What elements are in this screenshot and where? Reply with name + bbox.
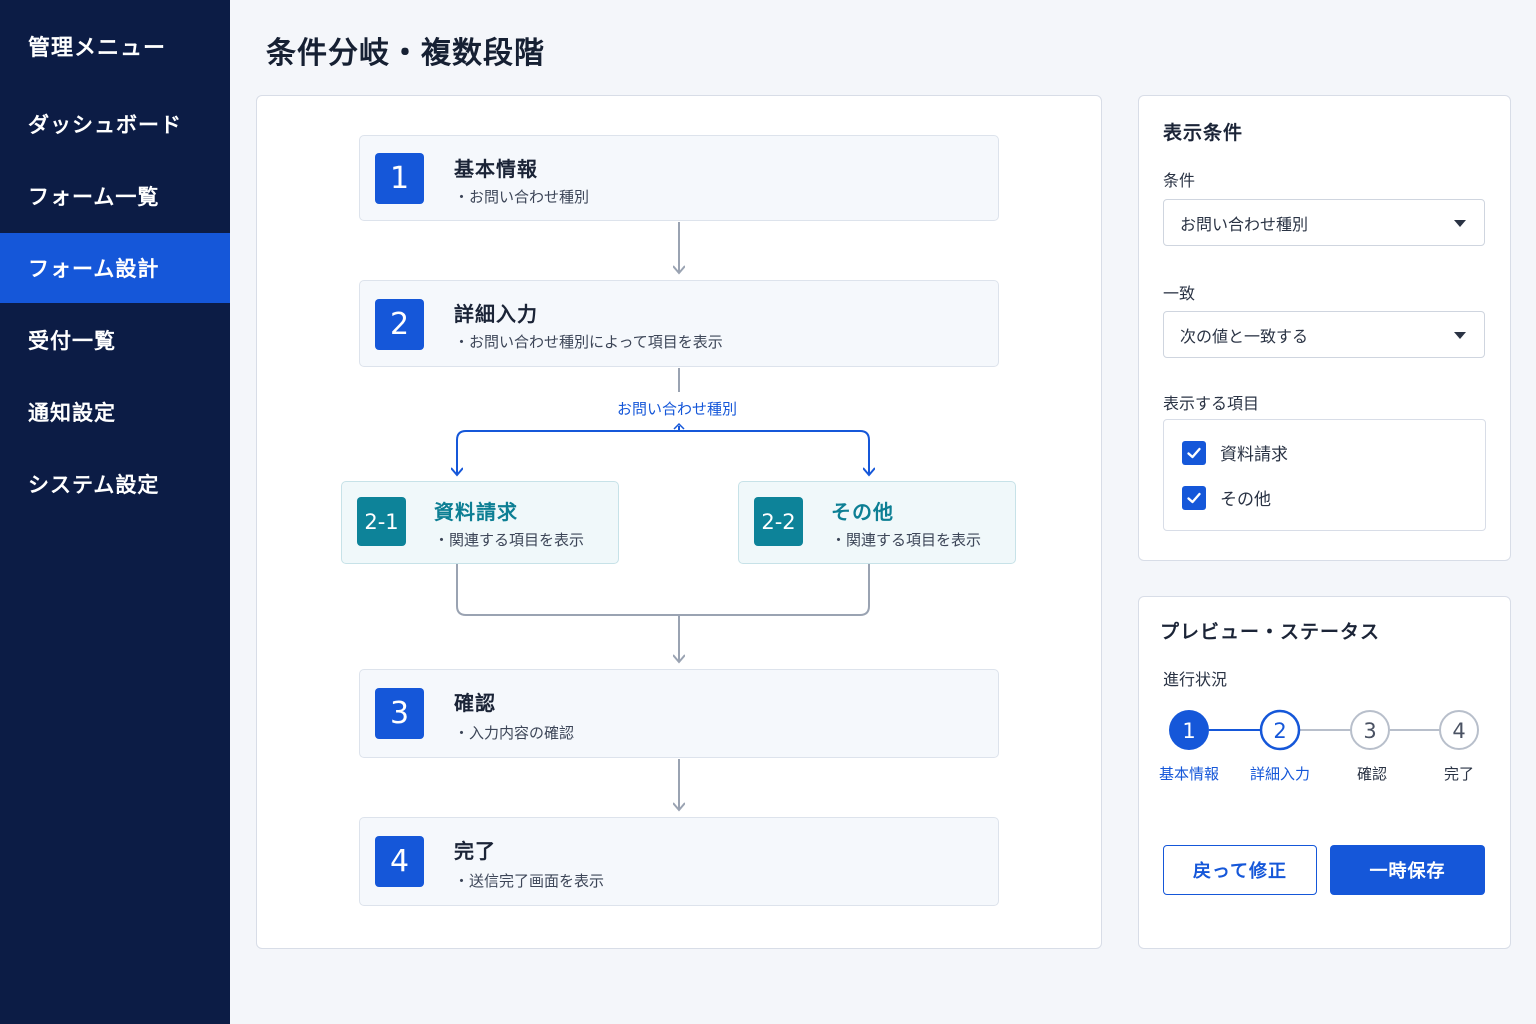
flow-step-3[interactable]: 3 確認 ・入力内容の確認: [359, 669, 999, 758]
back-to-edit-button[interactable]: 戻って修正: [1163, 845, 1317, 895]
chevron-down-icon: [1454, 220, 1466, 227]
flow-step-1[interactable]: 1 基本情報 ・お問い合わせ種別: [359, 135, 999, 221]
branch-merge: [456, 564, 870, 616]
checkbox-label: その他: [1220, 490, 1271, 510]
flow-panel: 1 基本情報 ・お問い合わせ種別 2 詳細入力 ・お問い合わせ種別によって項目を…: [256, 95, 1102, 949]
branch-title: その他: [831, 500, 894, 524]
condition-select[interactable]: お問い合わせ種別: [1163, 199, 1485, 246]
sidebar-item-dashboard[interactable]: ダッシュボード: [0, 89, 230, 159]
step-description: ・お問い合わせ種別: [454, 188, 590, 206]
branch-condition-label: お問い合わせ種別: [616, 400, 737, 418]
stepper-label-4: 完了: [1443, 765, 1474, 783]
stepper-label-1: 基本情報: [1158, 765, 1219, 783]
stepper-number-2: 2: [1273, 719, 1286, 743]
checkbox-item-document-request[interactable]: 資料請求: [1182, 440, 1288, 465]
step-number-badge: 1: [375, 153, 424, 204]
branch-description: ・関連する項目を表示: [434, 531, 585, 549]
step-title: 確認: [454, 691, 496, 715]
step-title: 詳細入力: [454, 302, 538, 326]
sidebar-title: 管理メニュー: [28, 36, 167, 61]
step-number-badge: 2: [375, 299, 424, 350]
match-select-value: 次の値と一致する: [1180, 326, 1309, 346]
chevron-down-icon: [1454, 332, 1466, 339]
checkbox-checked-icon[interactable]: [1182, 440, 1206, 465]
temporary-save-button[interactable]: 一時保存: [1330, 845, 1485, 895]
step-title: 完了: [454, 839, 496, 863]
step-title: 基本情報: [454, 157, 538, 181]
step-description: ・入力内容の確認: [454, 724, 575, 742]
branch-number-badge: 2-1: [357, 497, 406, 546]
branch-title: 資料請求: [434, 500, 518, 524]
match-label: 一致: [1163, 284, 1196, 303]
stepper-number-1: 1: [1182, 719, 1195, 743]
checkbox-checked-icon[interactable]: [1182, 485, 1206, 510]
preview-status-panel: プレビュー・ステータス 進行状況 1 2 3 4 基本情報 詳細入力 確認 完了…: [1138, 596, 1511, 949]
flow-step-2[interactable]: 2 詳細入力 ・お問い合わせ種別によって項目を表示: [359, 280, 999, 367]
sidebar-item-form-list[interactable]: フォーム一覧: [0, 161, 230, 231]
stepper-number-3: 3: [1363, 719, 1376, 743]
condition-label: 条件: [1163, 171, 1196, 190]
flow-branch-2-1[interactable]: 2-1 資料請求 ・関連する項目を表示: [341, 481, 619, 564]
step-number-badge: 4: [375, 836, 424, 887]
display-conditions-panel: 表示条件 条件 お問い合わせ種別 一致 次の値と一致する 表示する項目 資料請求…: [1138, 95, 1511, 561]
branch-description: ・関連する項目を表示: [831, 531, 982, 549]
page-title: 条件分岐・複数段階: [266, 36, 545, 71]
sidebar-item-system-settings[interactable]: システム設定: [0, 449, 230, 519]
step-description: ・お問い合わせ種別によって項目を表示: [454, 333, 723, 351]
sidebar-item-form-design[interactable]: フォーム設計: [0, 233, 230, 303]
sidebar-item-notification-settings[interactable]: 通知設定: [0, 377, 230, 447]
match-select[interactable]: 次の値と一致する: [1163, 311, 1485, 358]
checkbox-item-other[interactable]: その他: [1182, 485, 1271, 510]
stepper-label-2: 詳細入力: [1249, 765, 1310, 783]
flow-branch-2-2[interactable]: 2-2 その他 ・関連する項目を表示: [738, 481, 1016, 564]
display-items-label: 表示する項目: [1163, 394, 1260, 413]
conditions-title: 表示条件: [1163, 122, 1244, 144]
branch-split: [456, 426, 870, 474]
sidebar: 管理メニュー ダッシュボード フォーム一覧 フォーム設計 受付一覧 通知設定 シ…: [0, 0, 230, 1024]
step-description: ・送信完了画面を表示: [454, 872, 605, 890]
step-number-badge: 3: [375, 688, 424, 739]
branch-number-badge: 2-2: [754, 497, 803, 546]
sidebar-item-reception-list[interactable]: 受付一覧: [0, 305, 230, 375]
condition-select-value: お問い合わせ種別: [1180, 214, 1309, 234]
checkbox-label: 資料請求: [1220, 445, 1288, 465]
stepper-label-3: 確認: [1356, 765, 1387, 783]
stepper-number-4: 4: [1452, 719, 1465, 743]
flow-step-4[interactable]: 4 完了 ・送信完了画面を表示: [359, 817, 999, 906]
display-items-list: 資料請求 その他: [1163, 419, 1486, 531]
